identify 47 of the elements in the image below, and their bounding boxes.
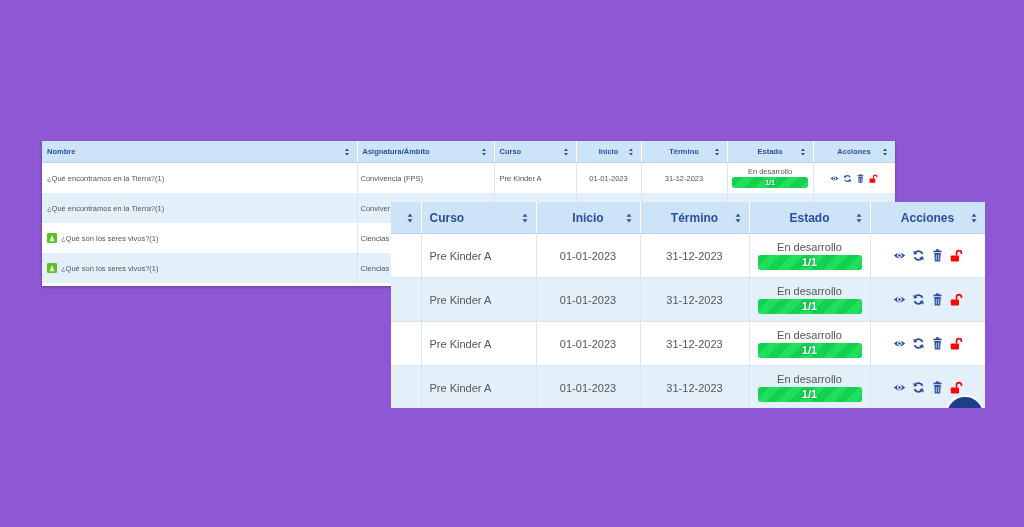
progress-label: 1/1 — [801, 344, 818, 357]
column-header[interactable]: Estado — [789, 210, 830, 225]
progress-label: 1/1 — [801, 300, 818, 313]
progress-label: 1/1 — [801, 256, 818, 269]
sort-icon[interactable] — [342, 147, 351, 156]
table-cell: 01-01-2023 — [559, 293, 617, 306]
trash-icon[interactable] — [930, 337, 944, 350]
unlock-icon[interactable] — [949, 381, 963, 394]
trash-icon[interactable] — [930, 381, 944, 394]
progress-label: 1/1 — [801, 388, 818, 401]
table-cell: 01-01-2023 — [559, 249, 617, 262]
refresh-icon[interactable] — [911, 249, 925, 262]
table-cell: 31-12-2023 — [666, 249, 723, 262]
table-cell: 01-01-2023 — [559, 337, 617, 350]
status-text: En desarrollo — [776, 329, 843, 342]
column-header[interactable]: Curso — [429, 210, 465, 225]
unlock-icon[interactable] — [949, 293, 963, 306]
column-header[interactable]: Inicio — [572, 210, 604, 225]
refresh-icon[interactable] — [911, 337, 925, 350]
table-cell: Pre Kinder A — [429, 249, 492, 262]
sort-icon[interactable] — [561, 147, 570, 156]
sort-icon[interactable] — [880, 147, 889, 156]
status-text: En desarrollo — [776, 373, 843, 386]
tree-icon — [47, 233, 57, 243]
trash-icon[interactable] — [856, 173, 865, 183]
table-cell: Pre Kinder A — [429, 293, 492, 306]
refresh-icon[interactable] — [911, 293, 925, 306]
table-cell: Pre Kinder A — [429, 337, 492, 350]
table-cell: Pre Kinder A — [429, 381, 492, 394]
refresh-icon[interactable] — [843, 173, 852, 183]
trash-icon[interactable] — [930, 293, 944, 306]
sort-icon[interactable] — [798, 147, 807, 156]
table-cell: 31-12-2023 — [666, 337, 723, 350]
tree-icon — [47, 263, 57, 273]
table-cell: 31-12-2023 — [666, 381, 723, 394]
refresh-icon[interactable] — [911, 381, 925, 394]
sort-icon[interactable] — [712, 147, 721, 156]
table-cell: 01-01-2023 — [559, 381, 617, 394]
status-text: En desarrollo — [776, 285, 843, 298]
table-cell: 31-12-2023 — [666, 293, 723, 306]
sort-icon[interactable] — [626, 147, 635, 156]
unlock-icon[interactable] — [869, 173, 878, 183]
trash-icon[interactable] — [930, 249, 944, 262]
status-text: En desarrollo — [776, 241, 843, 254]
unlock-icon[interactable] — [949, 337, 963, 350]
sort-icon[interactable] — [479, 147, 488, 156]
unlock-icon[interactable] — [949, 249, 963, 262]
